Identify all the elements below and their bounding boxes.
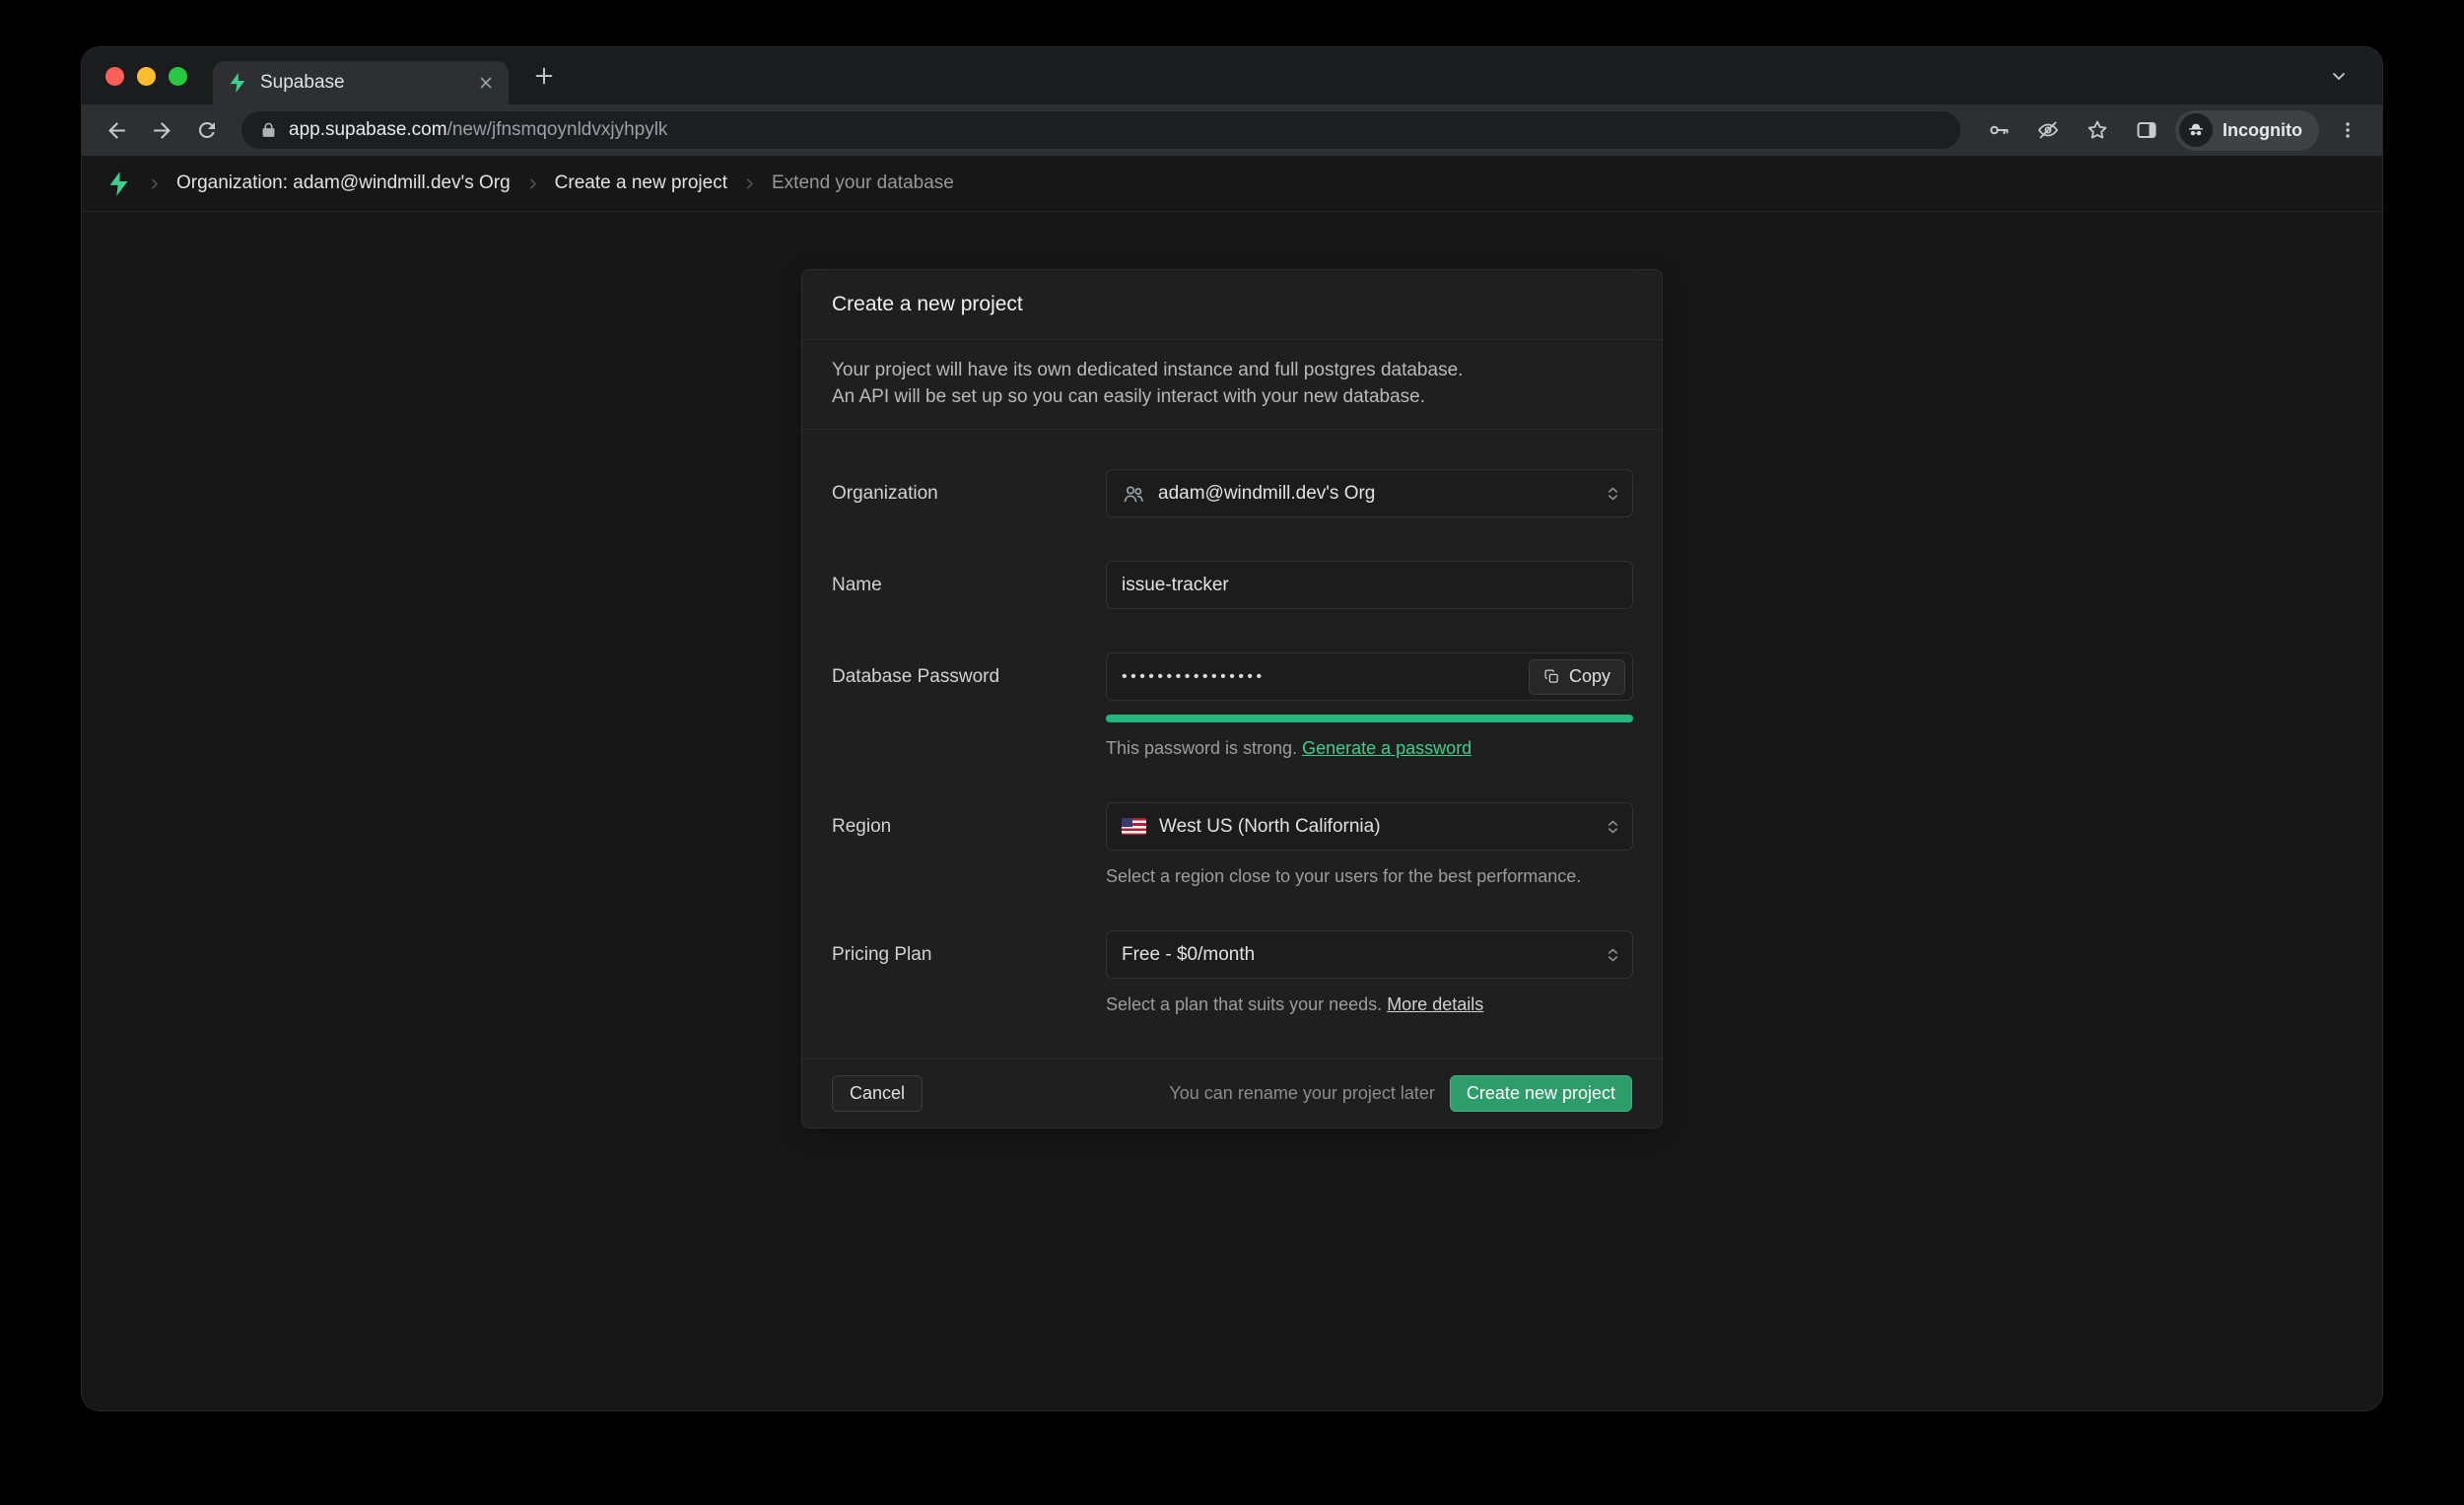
copy-icon	[1543, 668, 1560, 685]
browser-menu-icon[interactable]	[2327, 109, 2368, 151]
rename-note: You can rename your project later	[1169, 1083, 1435, 1104]
password-label: Database Password	[832, 652, 1106, 759]
region-value: West US (North California)	[1159, 816, 1381, 838]
organization-select[interactable]: adam@windmill.dev's Org	[1106, 469, 1633, 517]
password-key-icon[interactable]	[1978, 109, 2019, 151]
region-label: Region	[832, 802, 1106, 887]
side-panel-icon[interactable]	[2126, 109, 2167, 151]
region-helper-text: Select a region close to your users for …	[1106, 866, 1633, 887]
pricing-plan-row: Pricing Plan Free - $0/month Select a p	[802, 930, 1662, 1015]
browser-window: Supabase	[82, 47, 2382, 1410]
supabase-logo[interactable]	[105, 171, 132, 197]
tab-title: Supabase	[260, 72, 465, 94]
card-footer: Cancel You can rename your project later…	[802, 1059, 1662, 1128]
supabase-page: Organization: adam@windmill.dev's Org Cr…	[82, 156, 2382, 1410]
organization-row: Organization adam@windmill.dev's Org	[802, 469, 1662, 517]
bookmark-star-icon[interactable]	[2077, 109, 2118, 151]
pricing-plan-label: Pricing Plan	[832, 930, 1106, 1015]
us-flag-icon	[1122, 818, 1146, 835]
copy-button-label: Copy	[1569, 666, 1610, 687]
chevron-right-icon	[147, 176, 162, 191]
name-row: Name	[802, 561, 1662, 609]
tab-list-chevron-icon[interactable]	[2321, 58, 2357, 94]
card-description: Your project will have its own dedicated…	[802, 340, 1662, 430]
card-title: Create a new project	[802, 270, 1662, 340]
region-row: Region West US (North California) Selec	[802, 802, 1662, 887]
window-minimize-button[interactable]	[137, 67, 156, 86]
pricing-plan-value: Free - $0/month	[1122, 944, 1255, 966]
eye-slash-icon[interactable]	[2027, 109, 2069, 151]
password-strength-text: This password is strong. Generate a pass…	[1106, 738, 1633, 759]
main-content: Create a new project Your project will h…	[82, 212, 2382, 1410]
breadcrumb-create-project[interactable]: Create a new project	[555, 172, 727, 194]
forward-button[interactable]	[141, 109, 182, 151]
browser-tab[interactable]: Supabase	[213, 61, 509, 104]
incognito-icon	[2179, 113, 2213, 147]
card-description-line2: An API will be set up so you can easily …	[832, 383, 1632, 410]
organization-label: Organization	[832, 469, 1106, 517]
pricing-plan-helper-text: Select a plan that suits your needs.	[1106, 994, 1382, 1014]
url-path: /new/jfnsmqoynldvxjyhpylk	[447, 119, 668, 141]
lock-icon[interactable]	[259, 121, 278, 140]
back-button[interactable]	[96, 109, 137, 151]
address-bar[interactable]: app.supabase.com/new/jfnsmqoynldvxjyhpyl…	[241, 111, 1960, 149]
select-chevrons-icon	[1605, 946, 1621, 963]
more-details-link[interactable]: More details	[1387, 994, 1483, 1014]
card-description-line1: Your project will have its own dedicated…	[832, 357, 1632, 383]
name-label: Name	[832, 561, 1106, 609]
incognito-badge[interactable]: Incognito	[2175, 110, 2319, 151]
new-tab-button[interactable]	[524, 56, 564, 96]
copy-password-button[interactable]: Copy	[1529, 659, 1625, 695]
toolbar-actions: Incognito	[1978, 109, 2368, 151]
password-strength-bar	[1106, 715, 1633, 722]
window-zoom-button[interactable]	[169, 67, 187, 86]
window-close-button[interactable]	[105, 67, 124, 86]
create-new-project-button[interactable]: Create new project	[1450, 1075, 1632, 1112]
desktop-background: Supabase	[0, 0, 2464, 1505]
region-select[interactable]: West US (North California)	[1106, 802, 1633, 851]
database-password-input[interactable]: •••••••••••••••• Copy	[1106, 652, 1633, 701]
url-domain: app.supabase.com	[289, 119, 447, 141]
pricing-plan-select[interactable]: Free - $0/month	[1106, 930, 1633, 979]
password-row: Database Password •••••••••••••••• Copy	[802, 652, 1662, 759]
chevron-right-icon	[742, 176, 757, 191]
supabase-favicon-icon	[227, 72, 248, 94]
password-strength-message: This password is strong.	[1106, 738, 1297, 758]
organization-value: adam@windmill.dev's Org	[1158, 483, 1375, 505]
select-chevrons-icon	[1605, 818, 1621, 835]
tab-close-icon[interactable]	[477, 74, 495, 92]
create-project-card: Create a new project Your project will h…	[801, 269, 1663, 1129]
app-header: Organization: adam@windmill.dev's Org Cr…	[82, 156, 2382, 212]
chevron-right-icon	[525, 176, 540, 191]
incognito-label: Incognito	[2223, 120, 2302, 141]
users-icon	[1122, 482, 1145, 506]
generate-password-link[interactable]: Generate a password	[1302, 738, 1472, 758]
breadcrumb-extend-database: Extend your database	[772, 172, 954, 194]
project-form: Organization adam@windmill.dev's Org	[802, 430, 1662, 1059]
reload-button[interactable]	[186, 109, 228, 151]
select-chevrons-icon	[1605, 485, 1621, 502]
password-masked-value: ••••••••••••••••	[1122, 668, 1266, 686]
window-controls	[105, 67, 187, 86]
breadcrumb: Organization: adam@windmill.dev's Org Cr…	[176, 172, 954, 194]
browser-toolbar: app.supabase.com/new/jfnsmqoynldvxjyhpyl…	[82, 104, 2382, 156]
breadcrumb-organization[interactable]: Organization: adam@windmill.dev's Org	[176, 172, 511, 194]
tab-strip: Supabase	[82, 47, 2382, 104]
cancel-button[interactable]: Cancel	[832, 1075, 923, 1112]
project-name-input[interactable]	[1106, 561, 1633, 609]
pricing-plan-helper: Select a plan that suits your needs. Mor…	[1106, 994, 1633, 1015]
